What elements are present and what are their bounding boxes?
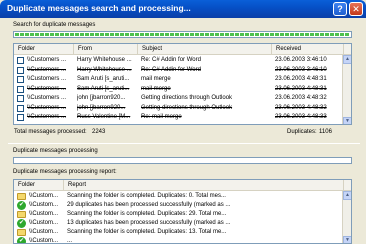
received-cell: 23.06.2003 4:48:31 [275, 85, 327, 92]
dialog-window: Duplicate messages search and processing… [0, 0, 366, 244]
folder-cell: \\Custom... [29, 220, 59, 226]
table-row[interactable]: \\Customers ... Harry Whitehouse ... Re: C… [14, 66, 344, 75]
folder-icon [17, 193, 26, 200]
check-icon: ✔ [17, 219, 26, 228]
folder-cell: \\Custom... [29, 202, 59, 208]
search-progress-fill [15, 33, 350, 36]
received-cell: 23.06.2003 4:48:31 [275, 76, 327, 82]
total-processed-label: Total messages processed: [14, 129, 87, 135]
report-list-header: Folder Report [14, 180, 351, 191]
folder-icon [17, 229, 26, 236]
list-item[interactable]: ✔ \\Custom... 29 duplicates has been proce… [14, 201, 344, 210]
column-header-folder[interactable]: Folder [14, 180, 64, 191]
folder-cell: \\Customers ... [27, 114, 67, 120]
folder-cell: \\Customers ... [27, 57, 67, 63]
report-cell: 29 duplicates has been processed success… [67, 202, 231, 208]
subject-cell: Getting directions through Outlook [141, 104, 233, 111]
scroll-up-arrow[interactable]: ▲ [343, 55, 351, 64]
report-list-scrollbar[interactable]: ▲ ▼ [342, 191, 351, 243]
column-header-folder[interactable]: Folder [14, 44, 74, 55]
close-button[interactable]: ✕ [349, 2, 363, 16]
subject-cell: Re: C# Addin for Word [141, 57, 201, 63]
table-row[interactable]: \\Customers ... Russ Valentine [M... Re: m… [14, 113, 344, 122]
folder-cell: \\Customers ... [27, 95, 67, 101]
column-header-from[interactable]: From [74, 44, 138, 55]
total-processed-value: 2243 [92, 129, 106, 135]
duplicates-list[interactable]: Folder From Subject Received \\Customers… [13, 43, 352, 125]
subject-cell: Getting directions through Outlook [141, 95, 233, 101]
folder-cell: \\Custom... [29, 211, 59, 217]
table-row[interactable]: \\Customers ... john [jbarron920... Gettin… [14, 104, 344, 113]
folder-cell: \\Customers ... [27, 66, 67, 73]
received-cell: 23.06.2003 3:46:10 [275, 66, 327, 73]
processing-section-label: Duplicate messages processing [13, 148, 98, 154]
table-row[interactable]: \\Customers ... john [jbarron920... Gettin… [14, 94, 344, 103]
folder-cell: \\Customers ... [27, 76, 67, 82]
from-cell: Sam Aruti [s_aruti... [77, 76, 130, 82]
report-cell: Scanning the folder is completed. Duplic… [67, 193, 226, 199]
folder-cell: \\Customers ... [27, 85, 67, 92]
column-header-subject[interactable]: Subject [138, 44, 272, 55]
search-progress-bar [13, 31, 352, 38]
from-cell: Harry Whitehouse ... [77, 57, 132, 63]
title-bar[interactable]: Duplicate messages search and processing… [0, 0, 366, 18]
received-cell: 23.06.2003 4:48:33 [275, 114, 327, 120]
report-cell: 13 duplicates has been processed success… [67, 220, 231, 226]
folder-cell: \\Customers ... [27, 104, 67, 111]
duplicates-count-label: Duplicates: [287, 129, 317, 135]
column-header-report[interactable]: Report [64, 180, 344, 191]
subject-cell: mail merge [141, 76, 171, 82]
folder-cell: \\Custom... [29, 193, 59, 199]
help-button[interactable]: ? [333, 2, 347, 16]
received-cell: 23.06.2003 3:46:10 [275, 57, 327, 63]
from-cell: Russ Valentine [M... [77, 114, 131, 120]
window-title: Duplicate messages search and processing… [7, 3, 191, 13]
duplicates-count-value: 1106 [319, 129, 332, 135]
folder-icon [17, 211, 26, 218]
from-cell: john [jbarron920... [77, 95, 126, 101]
from-cell: john [jbarron920... [77, 104, 126, 111]
check-icon: ✔ [17, 237, 26, 244]
received-cell: 23.06.2003 4:48:32 [275, 95, 327, 101]
check-icon: ✔ [17, 201, 26, 210]
search-section-label: Search for duplicate messages [13, 22, 96, 28]
row-checkbox[interactable] [17, 85, 24, 93]
folder-cell: \\Custom... [29, 229, 59, 235]
scroll-down-arrow[interactable]: ▼ [343, 117, 351, 124]
subject-cell: mail merge [141, 85, 171, 92]
column-header-received[interactable]: Received [272, 44, 344, 55]
report-cell: Scanning the folder is completed. Duplic… [67, 229, 227, 235]
table-row[interactable]: \\Customers ... Harry Whitehouse ... Re: C… [14, 56, 344, 65]
report-cell: Scanning the folder is completed. Duplic… [67, 211, 227, 217]
row-checkbox[interactable] [17, 76, 24, 83]
scroll-down-arrow[interactable]: ▼ [343, 236, 351, 243]
processing-progress-bar [13, 157, 352, 164]
list-item[interactable]: ✔ \\Custom...... [14, 237, 344, 244]
from-cell: Harry Whitehouse ... [77, 66, 132, 73]
subject-cell: Re: mail merge [141, 114, 182, 120]
received-cell: 23.06.2003 4:48:32 [275, 104, 327, 111]
table-row[interactable]: \\Customers ... Sam Aruti [s_aruti... mail… [14, 85, 344, 94]
from-cell: Sam Aruti [s_aruti... [77, 85, 130, 92]
scroll-up-arrow[interactable]: ▲ [343, 191, 351, 200]
report-list[interactable]: Folder Report \\Custom... Scanning the fo… [13, 179, 352, 244]
list-item[interactable]: ✔ \\Custom... 13 duplicates has been proce… [14, 219, 344, 228]
list-item[interactable]: \\Custom... Scanning the folder is comple… [14, 228, 344, 237]
section-divider [8, 143, 360, 144]
row-checkbox[interactable] [17, 114, 24, 121]
row-checkbox[interactable] [17, 57, 24, 64]
subject-cell: Re: C# Addin for Word [141, 66, 201, 73]
row-checkbox[interactable] [17, 104, 24, 112]
list-item[interactable]: \\Custom... Scanning the folder is comple… [14, 192, 344, 201]
duplicates-list-scrollbar[interactable]: ▲ ▼ [342, 55, 351, 124]
table-row[interactable]: \\Customers ... Sam Aruti [s_aruti... mail… [14, 75, 344, 84]
row-checkbox[interactable] [17, 95, 24, 102]
report-label: Duplicate messages processing report: [13, 169, 117, 175]
row-checkbox[interactable] [17, 66, 24, 74]
list-item[interactable]: \\Custom... Scanning the folder is comple… [14, 210, 344, 219]
folder-cell: \\Custom... [29, 238, 59, 244]
report-cell: ... [67, 238, 73, 244]
duplicates-list-header: Folder From Subject Received [14, 44, 351, 55]
